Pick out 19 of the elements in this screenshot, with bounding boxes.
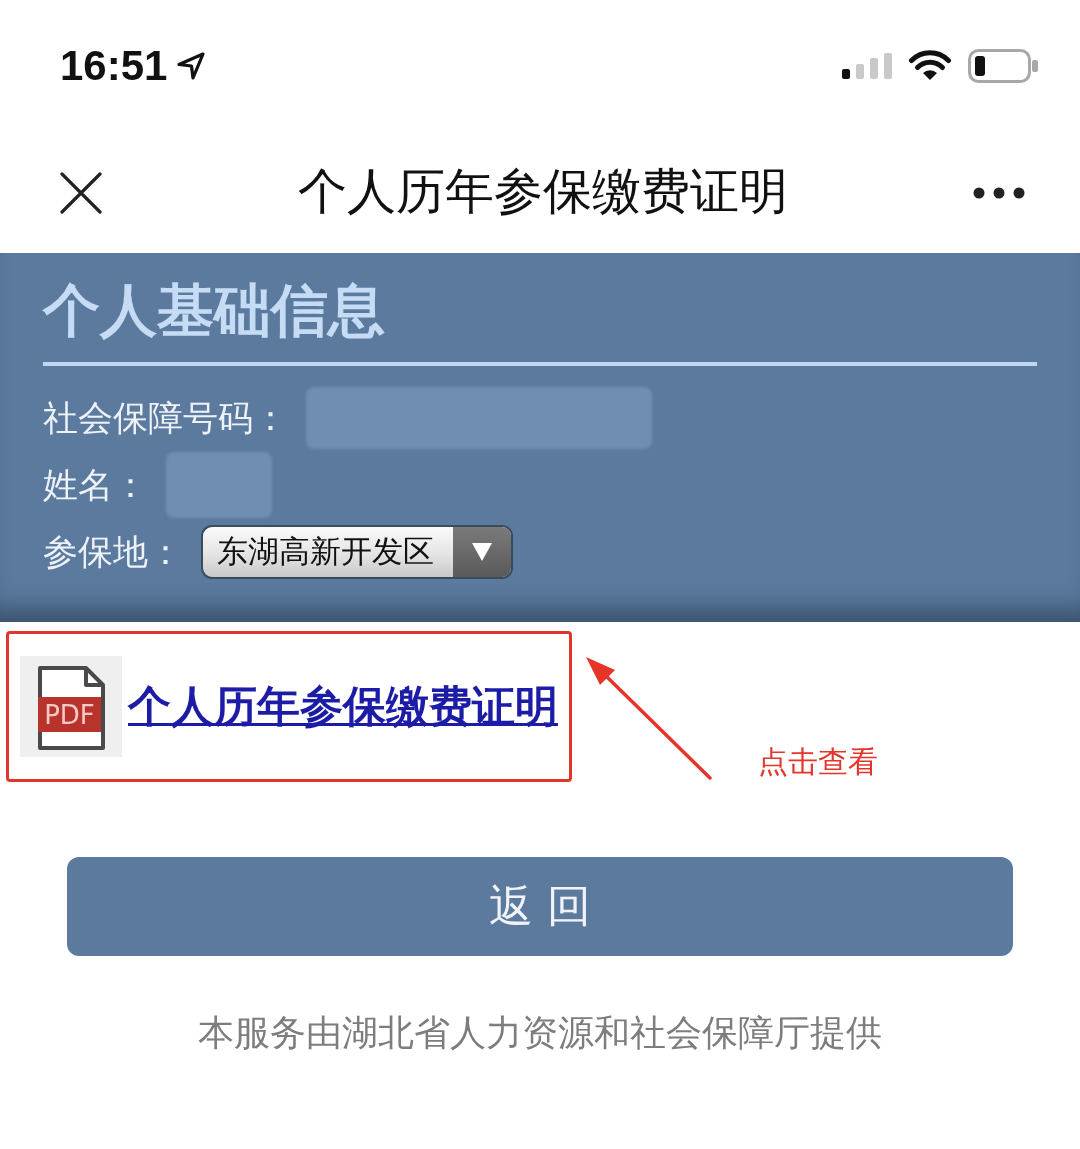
pdf-file-icon: PDF <box>20 656 122 757</box>
back-button[interactable]: 返 回 <box>67 857 1013 956</box>
field-label: 姓名： <box>43 463 148 506</box>
footer-text: 本服务由湖北省人力资源和社会保障厅提供 <box>197 1011 883 1054</box>
document-link[interactable]: 个人历年参保缴费证明 <box>128 680 558 733</box>
caret-icon <box>471 541 493 562</box>
more-icon[interactable] <box>973 186 1025 199</box>
signal-icon <box>842 53 892 79</box>
page-title: 个人历年参保缴费证明 <box>297 163 788 222</box>
annotation-label: 点击查看 <box>758 744 878 780</box>
field-label: 参保地： <box>43 530 183 573</box>
section-heading: 个人基础信息 <box>43 276 386 344</box>
battery-icon <box>968 49 1038 83</box>
location-arrow-icon <box>176 51 207 81</box>
wifi-icon <box>908 50 952 82</box>
close-icon[interactable] <box>60 171 102 214</box>
region-select[interactable]: 东湖高新开发区 <box>201 524 513 579</box>
status-time: 16:51 <box>60 45 168 87</box>
field-label: 社会保障号码： <box>43 396 288 439</box>
